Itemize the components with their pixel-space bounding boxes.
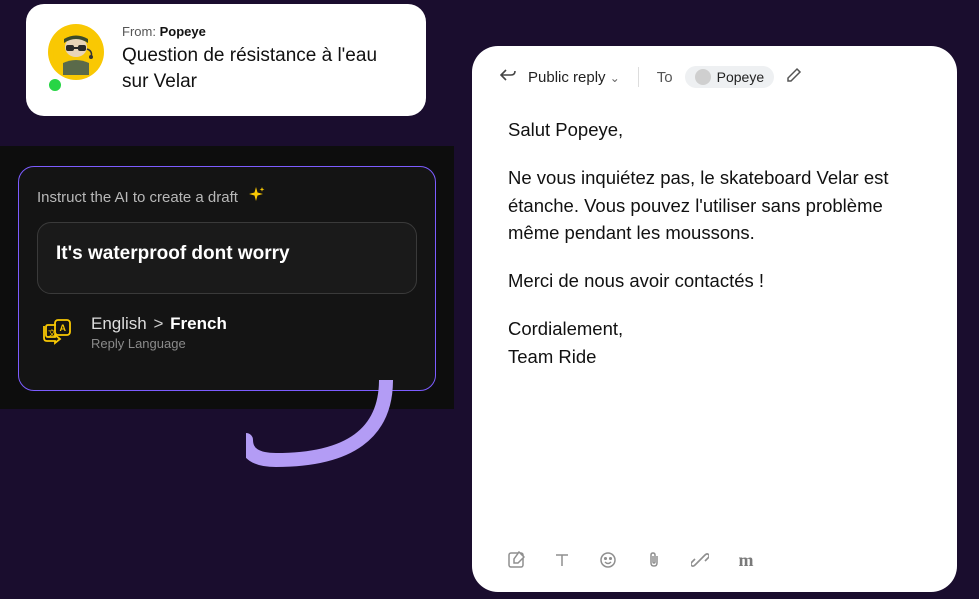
attachment-icon[interactable]: [644, 550, 664, 570]
recipient-name: Popeye: [717, 69, 764, 85]
reply-paragraph-2: Merci de nous avoir contactés !: [508, 267, 921, 295]
message-text: From: Popeye Question de résistance à l'…: [122, 24, 404, 94]
reply-composer-card: Public reply ⌄ To Popeye Salut Popeye, N…: [472, 46, 957, 592]
svg-text:文: 文: [48, 328, 56, 338]
reply-closing: Cordialement,: [508, 315, 921, 343]
language-text-block: English > French Reply Language: [91, 314, 227, 351]
divider: [638, 67, 639, 87]
from-prefix: From:: [122, 24, 156, 39]
reply-greeting: Salut Popeye,: [508, 116, 921, 144]
reply-signature: Team Ride: [508, 343, 921, 371]
reply-header: Public reply ⌄ To Popeye: [500, 66, 929, 88]
recipient-avatar-mini: [695, 69, 711, 85]
ai-prompt-text: It's waterproof dont worry: [56, 243, 290, 264]
ai-instruct-label: Instruct the AI to create a draft: [37, 189, 238, 206]
ai-draft-panel: Instruct the AI to create a draft It's w…: [18, 166, 436, 391]
presence-indicator: [46, 76, 64, 94]
edit-icon[interactable]: [786, 67, 802, 87]
message-from-line: From: Popeye: [122, 24, 404, 39]
translate-icon: 文 A: [37, 312, 77, 352]
reply-type-label: Public reply: [528, 69, 606, 86]
lang-sub-label: Reply Language: [91, 336, 227, 351]
language-pair: English > French: [91, 314, 227, 334]
message-subject: Question de résistance à l'eau sur Velar: [122, 43, 404, 94]
ai-panel-container: Instruct the AI to create a draft It's w…: [0, 146, 454, 409]
to-label: To: [657, 69, 673, 86]
reply-toolbar: m: [500, 542, 929, 574]
chevron-down-icon: ⌄: [610, 71, 620, 85]
svg-text:A: A: [60, 323, 67, 333]
lang-source: English: [91, 314, 147, 333]
reply-language-row[interactable]: 文 A English > French Reply Language: [37, 312, 417, 352]
ai-instruct-row: Instruct the AI to create a draft: [37, 185, 417, 210]
ai-prompt-input[interactable]: It's waterproof dont worry: [37, 222, 417, 294]
reply-body[interactable]: Salut Popeye, Ne vous inquiétez pas, le …: [500, 116, 929, 542]
lang-target: French: [170, 314, 227, 333]
sender-avatar: [48, 24, 104, 80]
reply-paragraph-1: Ne vous inquiétez pas, le skateboard Vel…: [508, 164, 921, 247]
recipient-chip[interactable]: Popeye: [685, 66, 774, 88]
sparkle-icon: [246, 185, 266, 210]
reply-type-dropdown[interactable]: Public reply ⌄: [528, 69, 620, 86]
lang-arrow: >: [154, 314, 164, 333]
link-icon[interactable]: [690, 550, 710, 570]
from-name: Popeye: [160, 24, 206, 39]
text-format-icon[interactable]: [552, 550, 572, 570]
avatar-wrap: [48, 24, 104, 94]
reply-arrow-icon[interactable]: [500, 68, 516, 86]
compose-icon[interactable]: [506, 550, 526, 570]
macro-icon[interactable]: m: [736, 550, 756, 570]
emoji-icon[interactable]: [598, 550, 618, 570]
incoming-message-card[interactable]: From: Popeye Question de résistance à l'…: [26, 4, 426, 116]
